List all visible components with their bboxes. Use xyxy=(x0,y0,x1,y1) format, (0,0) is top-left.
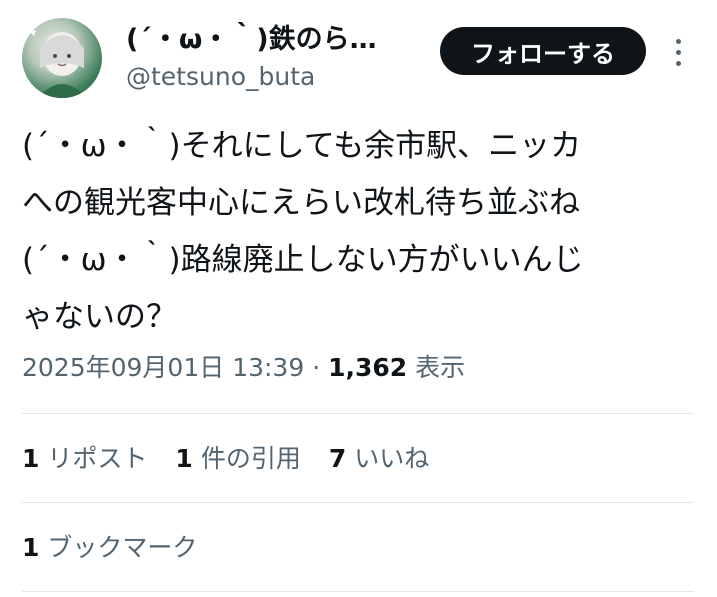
tweet-text: (´・ω・｀)それにしても余市駅、ニッカ への観光客中心にえらい改札待ち並ぶね … xyxy=(22,118,694,346)
quotes-label: 件の引用 xyxy=(200,444,301,473)
avatar-illustration-icon xyxy=(30,30,86,98)
tweet-text-line: ゃないの？ xyxy=(22,299,177,335)
engagement-stats: 1 リポスト 1 件の引用 7 いいね xyxy=(22,441,694,477)
reposts-count: 1 xyxy=(22,444,40,473)
quotes-count: 1 xyxy=(175,444,193,473)
more-vertical-icon[interactable] xyxy=(666,32,690,72)
reposts-stat[interactable]: 1 リポスト xyxy=(22,441,147,477)
bookmarks-count: 1 xyxy=(22,533,40,562)
tweet-text-line: (´・ω・｀)それにしても余市駅、ニッカ xyxy=(22,128,582,164)
views-count[interactable]: 1,362 xyxy=(328,353,407,382)
bookmarks-label: ブックマーク xyxy=(47,533,198,562)
divider xyxy=(22,502,694,503)
divider xyxy=(22,591,694,592)
bookmarks-stat[interactable]: 1 ブックマーク xyxy=(22,530,197,566)
likes-count: 7 xyxy=(328,444,347,473)
tweet-header: (´・ω・｀)鉄のら… @tetsuno_buta フォローする xyxy=(22,18,694,100)
likes-stat[interactable]: 7 いいね xyxy=(329,441,429,477)
follow-button[interactable]: フォローする xyxy=(440,27,646,75)
divider xyxy=(22,413,694,414)
tweet-text-line: (´・ω・｀)路線廃止しない方がいいんじ xyxy=(22,242,584,278)
reposts-label: リポスト xyxy=(47,444,148,473)
likes-label: いいね xyxy=(354,444,430,473)
meta-separator: · xyxy=(312,353,321,382)
tweet-meta: 2025年09月01日 13:39 · 1,362 表示 xyxy=(22,350,694,386)
tweet-text-line: への観光客中心にえらい改札待ち並ぶね xyxy=(22,185,580,221)
tweet-timestamp[interactable]: 2025年09月01日 13:39 xyxy=(22,353,304,382)
avatar[interactable] xyxy=(22,18,102,98)
views-label: 表示 xyxy=(415,353,466,382)
author-display-name[interactable]: (´・ω・｀)鉄のら… xyxy=(126,22,426,58)
author-handle[interactable]: @tetsuno_buta xyxy=(126,60,426,94)
quotes-stat[interactable]: 1 件の引用 xyxy=(175,441,300,477)
author-names: (´・ω・｀)鉄のら… @tetsuno_buta xyxy=(126,22,426,94)
